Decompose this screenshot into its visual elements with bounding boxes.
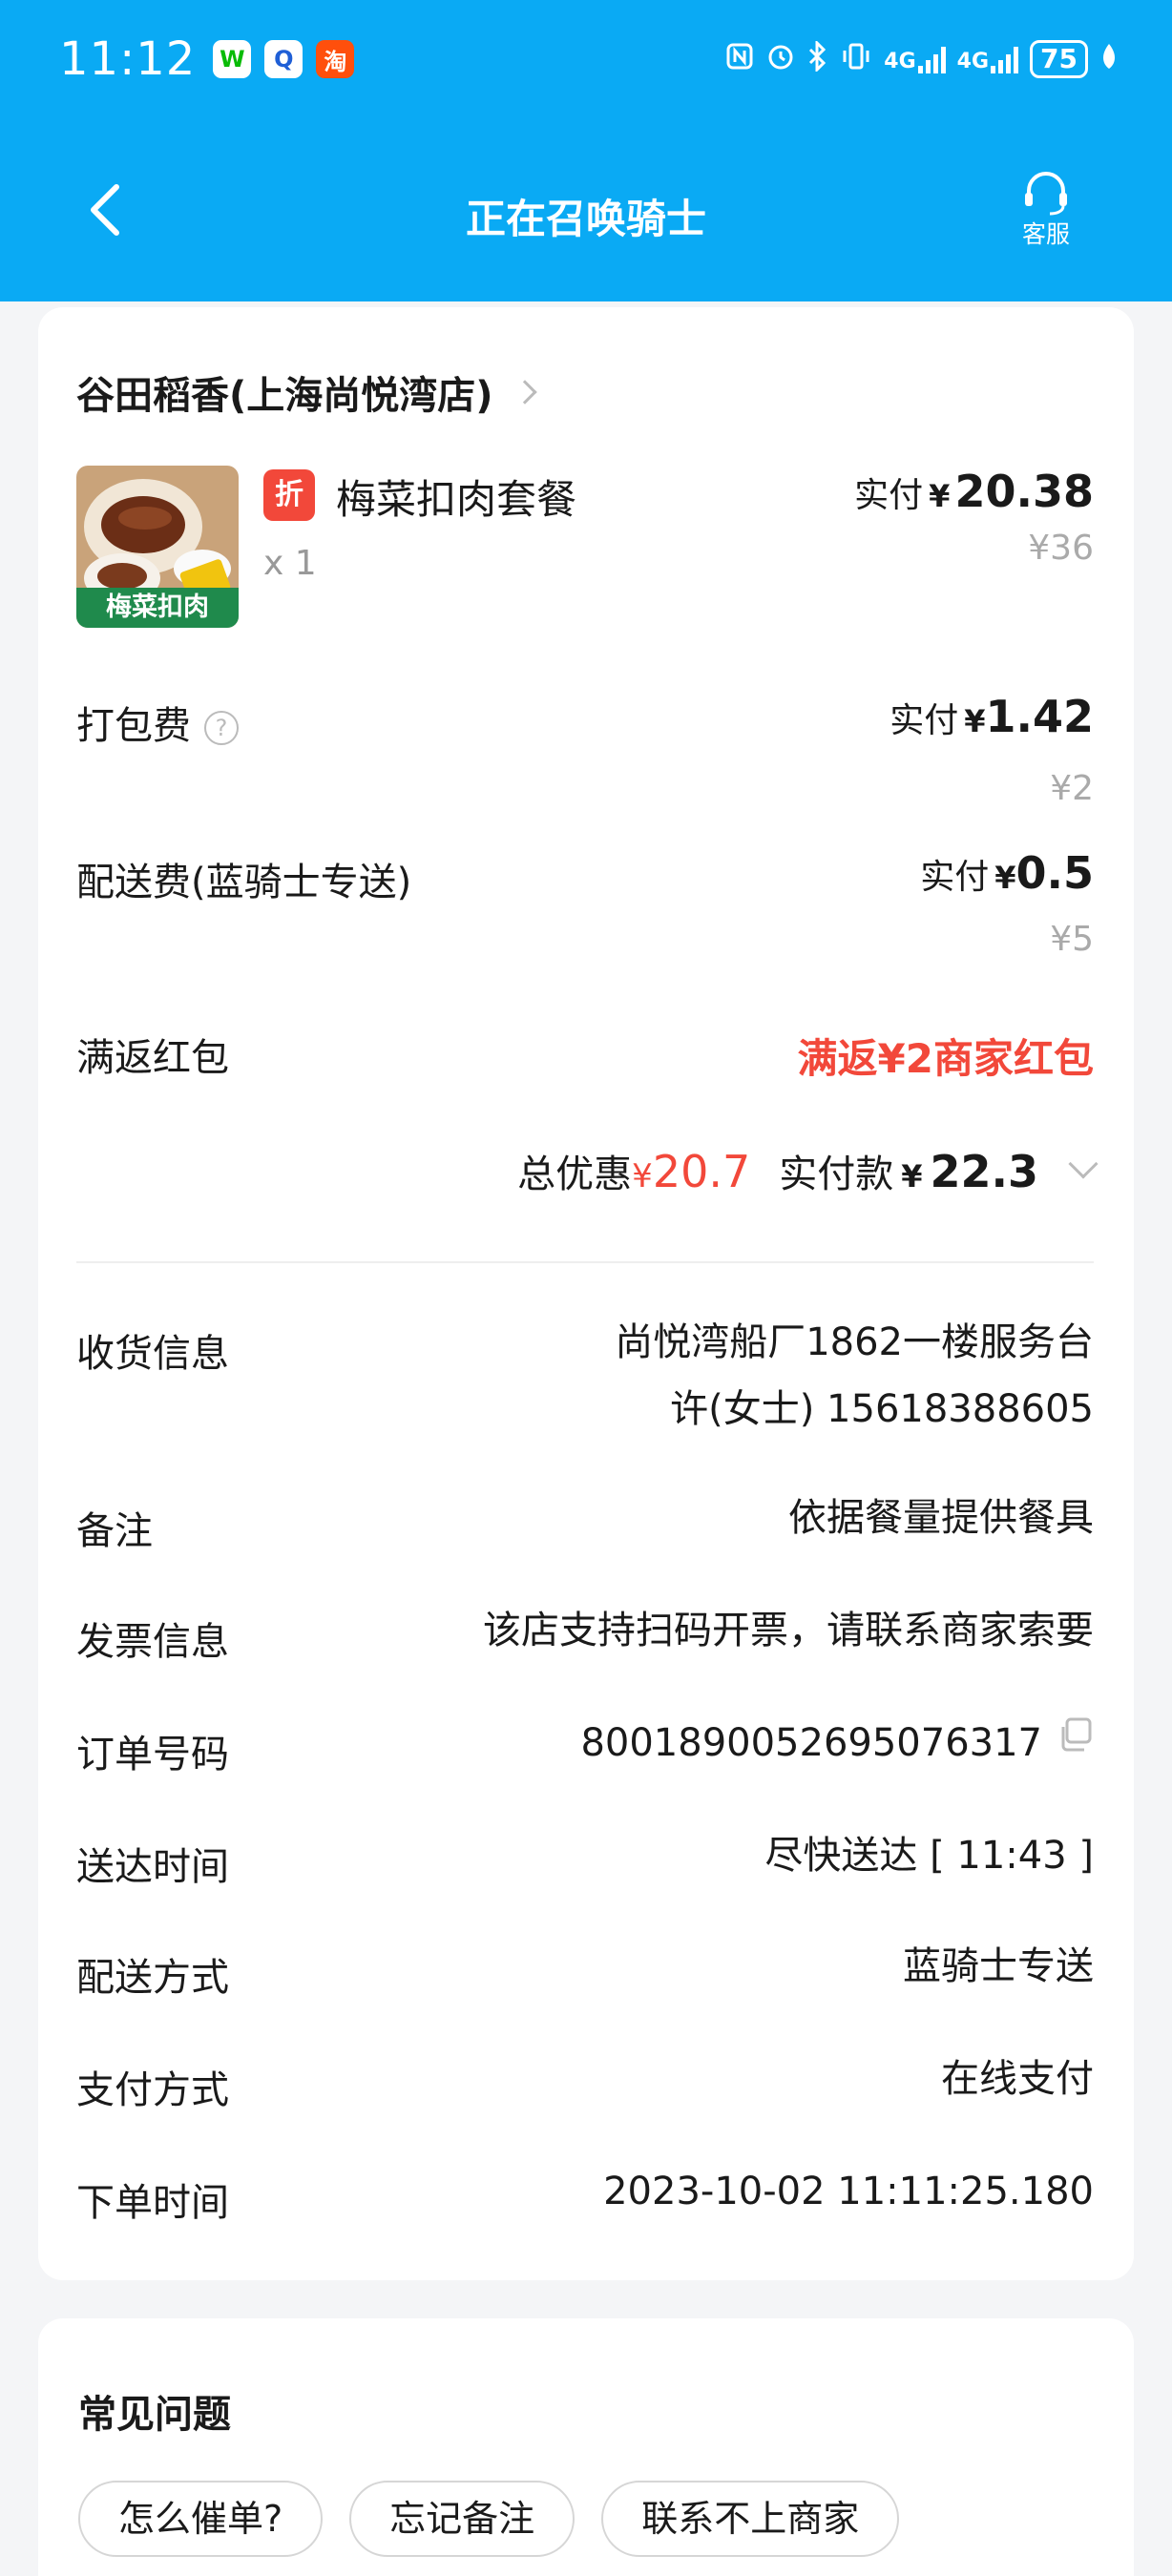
delivery-method-label: 配送方式: [76, 1956, 229, 2000]
signal-label-2: 4G: [956, 50, 990, 73]
status-right: 4G 4G 75: [725, 38, 1119, 78]
nav-bar: 正在召唤骑士 客服: [0, 153, 1172, 267]
paid-amount: 20.38: [954, 466, 1094, 517]
dish-paid-price: 实付 ¥ 20.38: [854, 466, 1094, 517]
dish-name: 梅菜扣肉套餐: [336, 476, 577, 523]
nfc-icon: [725, 42, 754, 77]
order-number-label: 订单号码: [76, 1733, 229, 1776]
paid-amount: 1.42: [985, 691, 1095, 742]
leaf-icon: [1099, 42, 1119, 77]
currency-symbol: ¥: [901, 1158, 923, 1195]
faq-chip-contact-merchant[interactable]: 联系不上商家: [601, 2481, 900, 2557]
delivery-fee-label: 配送费(蓝骑士专送): [76, 861, 412, 904]
address-line: 尚悦湾船厂1862一楼服务台: [615, 1320, 1094, 1364]
customer-service-button[interactable]: 客服: [1008, 166, 1084, 250]
faq-title: 常见问题: [78, 2393, 231, 2437]
notification-icons: W Q 淘: [213, 40, 355, 78]
chevron-down-icon[interactable]: [1068, 1149, 1099, 1179]
signal-label-1: 4G: [884, 50, 916, 73]
dish-image-caption: 梅菜扣肉: [106, 592, 209, 622]
packaging-original-price: ¥2: [1050, 769, 1094, 808]
packaging-fee-label: 打包费: [76, 704, 191, 748]
taobao-icon: 淘: [316, 40, 355, 78]
currency-symbol: ¥: [964, 703, 986, 739]
discount-badge: 折: [263, 469, 315, 521]
wechat-icon: W: [213, 40, 252, 78]
page-title: 正在召唤骑士: [465, 196, 706, 242]
divider: [76, 1261, 1094, 1263]
faq-card: 常见问题 怎么催单? 忘记备注 联系不上商家: [38, 2318, 1134, 2576]
dish-image[interactable]: 梅菜扣肉: [76, 466, 239, 628]
help-icon[interactable]: ?: [204, 711, 239, 745]
invoice-label: 发票信息: [76, 1620, 229, 1664]
delivery-method-value: 蓝骑士专送: [903, 1944, 1094, 1988]
shop-link[interactable]: 谷田稻香(上海尚悦湾店): [76, 364, 537, 420]
qq-icon: Q: [264, 40, 303, 78]
payment-method-label: 支付方式: [76, 2068, 229, 2112]
payment-method-value: 在线支付: [941, 2057, 1094, 2101]
shop-name: 谷田稻香(上海尚悦湾店): [76, 374, 493, 418]
faq-chip-urge-order[interactable]: 怎么催单?: [78, 2481, 324, 2557]
headset-icon: [1025, 172, 1067, 216]
header-bar: 11:12 W Q 淘 4G 4G 75 正在召唤骑士 客服: [0, 0, 1172, 301]
delivery-original-price: ¥5: [1050, 920, 1094, 959]
order-summary[interactable]: 总优惠 ¥20.7 实付款 ¥ 22.3: [517, 1143, 1099, 1198]
faq-chips: 怎么催单? 忘记备注 联系不上商家: [78, 2481, 900, 2557]
dish-quantity: x 1: [263, 544, 317, 583]
order-time-label: 下单时间: [76, 2181, 229, 2225]
order-number-value: 8001890052695076317: [580, 1721, 1042, 1765]
total-paid-amount: 22.3: [930, 1146, 1039, 1197]
paid-prefix: 实付: [854, 476, 924, 515]
delivery-paid-price: 实付 ¥0.5: [920, 847, 1094, 899]
paid-amount: 0.5: [1015, 847, 1095, 899]
discount-label: 总优惠: [517, 1153, 633, 1196]
paid-prefix: 实付: [889, 701, 959, 740]
bluetooth-icon: [807, 38, 828, 78]
order-card: 谷田稻香(上海尚悦湾店) 梅菜扣肉 折 梅菜扣肉套餐 x 1 实付 ¥ 20.38…: [38, 307, 1134, 2280]
eta-label: 送达时间: [76, 1845, 229, 1889]
discount-amount: 20.7: [652, 1146, 751, 1197]
faq-chip-forgot-note[interactable]: 忘记备注: [349, 2481, 576, 2557]
dish-original-price: ¥36: [1028, 529, 1094, 568]
vibrate-icon: [840, 41, 872, 78]
discount-value: ¥20.7: [632, 1146, 750, 1197]
contact-line: 许(女士) 15618388605: [670, 1387, 1094, 1431]
address-label: 收货信息: [76, 1332, 229, 1376]
note-label: 备注: [76, 1509, 153, 1553]
note-value: 依据餐量提供餐具: [788, 1496, 1094, 1540]
currency-symbol: ¥: [632, 1157, 653, 1195]
status-bar: 11:12 W Q 淘 4G 4G 75: [59, 29, 1119, 90]
status-time: 11:12: [59, 32, 197, 86]
red-packet-label: 满返红包: [76, 1036, 229, 1080]
total-paid-label: 实付款: [779, 1153, 894, 1196]
invoice-value: 该店支持扫码开票，请联系商家索要: [483, 1609, 1094, 1652]
copy-icon[interactable]: [1056, 1708, 1094, 1775]
battery-indicator: 75: [1030, 40, 1088, 78]
packaging-paid-price: 实付 ¥1.42: [889, 691, 1094, 742]
currency-symbol: ¥: [994, 860, 1016, 896]
address-value: 尚悦湾船厂1862一楼服务台 许(女士) 15618388605: [615, 1309, 1094, 1443]
signal-icon-2: 4G: [956, 45, 1019, 73]
packaging-fee-row: 打包费?: [76, 695, 239, 750]
order-time-value: 2023-10-02 11:11:25.180: [603, 2170, 1094, 2213]
alarm-icon: [765, 41, 796, 78]
service-label: 客服: [1021, 220, 1070, 248]
currency-symbol: ¥: [929, 478, 951, 514]
signal-icon-1: 4G: [884, 45, 946, 73]
order-number-row: 8001890052695076317: [580, 1710, 1094, 1776]
eta-value: 尽快送达 [ 11:43 ]: [764, 1834, 1094, 1878]
paid-prefix: 实付: [920, 858, 990, 897]
red-packet-value: 满返¥2商家红包: [797, 1035, 1094, 1082]
chevron-right-icon: [512, 380, 537, 405]
